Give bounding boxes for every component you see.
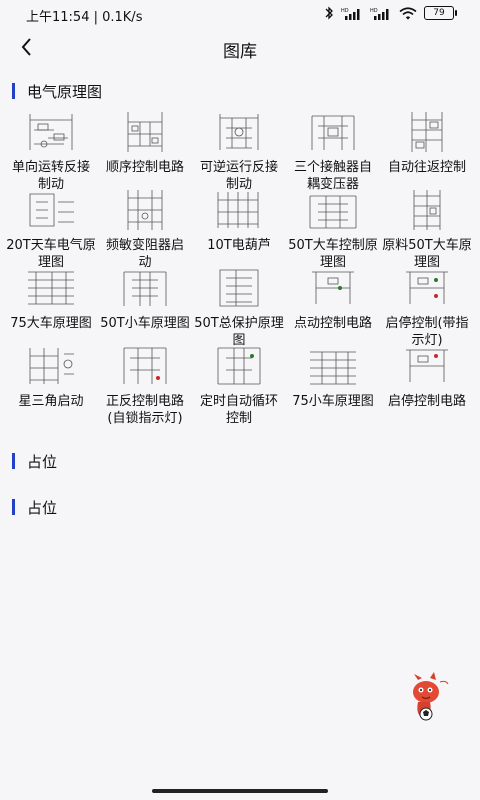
grid-item-label: 星三角启动 [18,394,84,409]
grid-item-label: 75小车原理图 [292,394,374,409]
diagram-thumbnail [127,112,163,152]
battery-icon: 79 [424,6,457,20]
diagram-thumbnail [406,271,448,304]
grid-item[interactable]: 单向运转反接制动 [4,110,98,193]
grid-item[interactable]: 可逆运行反接制动 [192,110,286,193]
grid-item[interactable]: 启停控制(带指示灯) [380,266,474,349]
grid-item[interactable]: 频敏变阻器启动 [98,188,192,271]
section-accent-bar [12,453,15,469]
section-accent-bar [12,83,15,99]
diagram-thumbnail [29,114,73,150]
diagram-thumbnail [219,114,259,150]
grid-item[interactable]: 75大车原理图 [4,266,98,332]
grid-item-label: 顺序控制电路 [105,160,184,175]
mascot-icon [413,672,449,721]
grid-item[interactable]: 原料50T大车原理图 [380,188,474,271]
grid-item[interactable]: 点动控制电路 [286,266,380,332]
diagram-thumbnail [309,195,357,229]
grid-item[interactable]: 正反控制电路(自锁指示灯) [98,344,192,427]
grid-item-label: 定时自动循环控制 [199,394,278,426]
diagram-thumbnail [406,349,448,382]
diagram-thumbnail [311,115,355,150]
svg-text:HD: HD [341,8,349,14]
grid-item[interactable]: 75小车原理图 [286,344,380,410]
grid-item-label: 10T电葫芦 [207,238,271,253]
section-title-placeholder: 占位 [12,451,57,471]
grid-item[interactable]: 10T电葫芦 [192,188,286,254]
grid-item[interactable]: 50T大车控制原理图 [286,188,380,271]
grid-item[interactable]: 三个接触器自耦变压器 [286,110,380,193]
grid-item-label: 启停控制电路 [387,394,466,409]
diagram-thumbnail [127,190,163,230]
diagram-thumbnail [217,347,261,385]
svg-text:HD: HD [370,8,378,14]
section-title-placeholder: 占位 [12,497,57,517]
grid-item[interactable]: 50T总保护原理图 [192,266,286,349]
diagram-thumbnail [310,351,356,385]
grid-item-label: 50T小车原理图 [100,316,190,331]
grid-item[interactable]: 顺序控制电路 [98,110,192,176]
grid-item[interactable]: 50T小车原理图 [98,266,192,332]
hd-signal-icon: HD [341,8,360,20]
hd-signal-icon: HD [370,8,389,20]
grid-item[interactable]: 星三角启动 [4,344,98,410]
grid-item[interactable]: 定时自动循环控制 [192,344,286,427]
grid-item-label: 点动控制电路 [293,316,372,331]
grid-item[interactable]: 自动往返控制 [380,110,474,176]
floating-mascot-button[interactable] [404,672,452,722]
grid-item-label: 正反控制电路(自锁指示灯) [105,394,184,426]
diagram-thumbnail [28,271,74,305]
wifi-icon [399,6,417,20]
status-time: 上午11:54 | 0.1K/s [26,10,143,25]
diagram-thumbnail [312,271,354,304]
grid-item[interactable]: 20T天车电气原理图 [4,188,98,271]
section-title-label: 电气原理图 [27,82,103,101]
page-title: 图库 [223,42,257,62]
diagram-thumbnail [219,269,259,307]
diagram-thumbnail [29,193,74,227]
section-accent-bar [12,499,15,515]
bluetooth-icon [325,6,333,20]
diagram-thumbnail [29,348,74,384]
grid-item-label: 自动往返控制 [387,160,466,175]
diagram-thumbnail [123,347,167,384]
diagram-thumbnail [123,271,167,306]
grid-item[interactable]: 启停控制电路 [380,344,474,410]
home-indicator[interactable] [152,789,328,793]
diagram-thumbnail [411,112,443,152]
diagram-thumbnail [217,192,259,228]
status-bar: 上午11:54 | 0.1K/s HD HD 79 [0,0,480,30]
grid-item-label: 75大车原理图 [10,316,92,331]
diagram-thumbnail [413,190,441,230]
app-header: 图库 [0,30,480,66]
section-title-label: 占位 [27,498,58,517]
status-icons: HD HD 79 [324,6,457,20]
section-title-label: 占位 [27,452,58,471]
section-title-electrical: 电气原理图 [12,81,102,101]
